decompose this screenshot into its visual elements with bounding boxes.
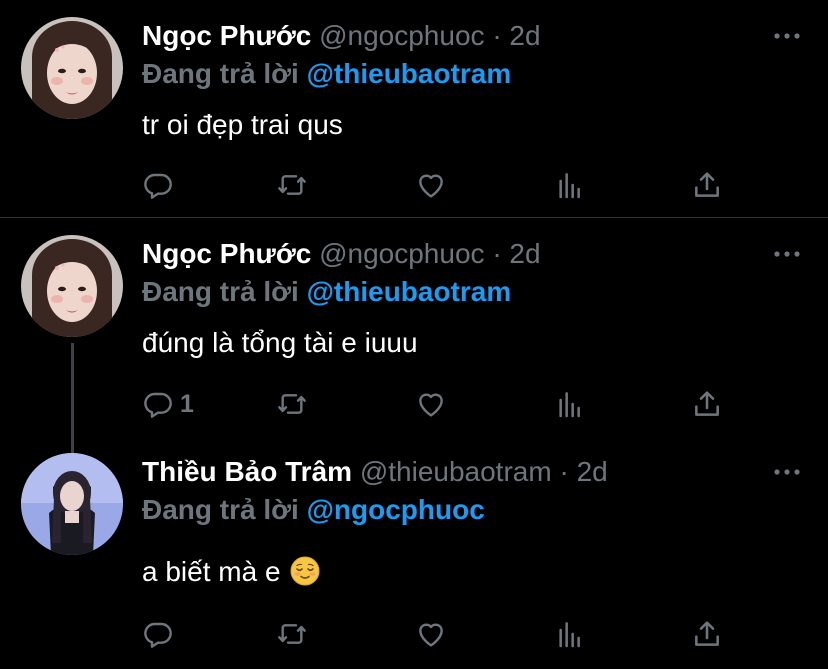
handle[interactable]: @ngocphuoc (319, 20, 484, 51)
reply-thread: Ngọc Phước @ngocphuoc · 2d Đang trả lời … (0, 0, 828, 669)
tweet-header: Ngọc Phước @ngocphuoc · 2d (142, 17, 541, 55)
reply-button[interactable] (142, 617, 180, 651)
reply-count: 1 (180, 390, 194, 418)
more-icon[interactable] (773, 31, 801, 41)
tweet[interactable]: Ngọc Phước @ngocphuoc · 2d Đang trả lời … (0, 0, 828, 217)
share-icon (695, 621, 719, 646)
stats-button[interactable] (554, 617, 586, 651)
like-icon (419, 393, 443, 417)
share-icon (695, 172, 719, 197)
stats-button[interactable] (554, 168, 586, 202)
share-button[interactable] (691, 617, 723, 651)
share-button[interactable] (691, 168, 723, 202)
share-icon (695, 391, 719, 416)
stats-icon (559, 622, 580, 648)
avatar[interactable] (21, 453, 123, 555)
retweet-icon (278, 624, 306, 644)
stats-icon (559, 392, 580, 418)
tweet-text: a biết mà e (142, 556, 281, 587)
stats-button[interactable] (554, 387, 586, 421)
handle[interactable]: @thieubaotram (360, 456, 552, 487)
avatar[interactable] (21, 17, 123, 119)
mention-link[interactable]: @thieubaotram (307, 276, 512, 307)
like-button[interactable] (415, 387, 447, 421)
reply-button[interactable]: 1 (142, 387, 194, 421)
display-name[interactable]: Ngọc Phước (142, 20, 311, 51)
action-bar (142, 168, 742, 202)
retweet-button[interactable] (276, 387, 308, 421)
replying-to: Đang trả lời @ngocphuoc (142, 491, 485, 529)
replying-prefix: Đang trả lời (142, 276, 299, 307)
like-icon (419, 623, 443, 647)
tweet-header: Thiều Bảo Trâm @thieubaotram · 2d (142, 453, 608, 491)
reply-icon (144, 622, 172, 648)
tweet-text: tr oi đẹp trai qus (142, 109, 343, 140)
timestamp[interactable]: 2d (509, 238, 540, 269)
thread-connector (71, 343, 74, 453)
tweet-header: Ngọc Phước @ngocphuoc · 2d (142, 235, 541, 273)
more-icon[interactable] (773, 249, 801, 259)
action-bar: 1 (142, 387, 742, 421)
handle[interactable]: @ngocphuoc (319, 238, 484, 269)
reply-button[interactable] (142, 168, 180, 202)
replying-prefix: Đang trả lời (142, 494, 299, 525)
reply-icon (144, 173, 172, 199)
share-button[interactable] (691, 387, 723, 421)
retweet-icon (278, 175, 306, 195)
like-button[interactable] (415, 617, 447, 651)
like-icon (419, 174, 443, 198)
display-name[interactable]: Thiều Bảo Trâm (142, 456, 352, 487)
relieved-face-emoji (290, 556, 320, 586)
reply-icon (144, 392, 172, 418)
display-name[interactable]: Ngọc Phước (142, 238, 311, 269)
like-button[interactable] (415, 168, 447, 202)
action-bar (142, 617, 742, 651)
retweet-button[interactable] (276, 168, 308, 202)
more-icon[interactable] (773, 467, 801, 477)
stats-icon (559, 173, 580, 199)
tweet[interactable]: Ngọc Phước @ngocphuoc · 2d Đang trả lời … (0, 218, 828, 453)
timestamp[interactable]: 2d (577, 456, 608, 487)
separator-dot: · (492, 20, 502, 51)
mention-link[interactable]: @thieubaotram (307, 58, 512, 89)
tweet-text: đúng là tổng tài e iuuu (142, 327, 418, 358)
replying-prefix: Đang trả lời (142, 58, 299, 89)
retweet-icon (278, 394, 306, 414)
avatar[interactable] (21, 235, 123, 337)
replying-to: Đang trả lời @thieubaotram (142, 55, 511, 93)
mention-link[interactable]: @ngocphuoc (307, 494, 485, 525)
timestamp[interactable]: 2d (509, 20, 540, 51)
replying-to: Đang trả lời @thieubaotram (142, 273, 511, 311)
tweet-text-container: a biết mà e (142, 553, 320, 591)
retweet-button[interactable] (276, 617, 308, 651)
tweet[interactable]: Thiều Bảo Trâm @thieubaotram · 2d Đang t… (0, 440, 828, 669)
separator-dot: · (559, 456, 569, 487)
separator-dot: · (492, 238, 502, 269)
